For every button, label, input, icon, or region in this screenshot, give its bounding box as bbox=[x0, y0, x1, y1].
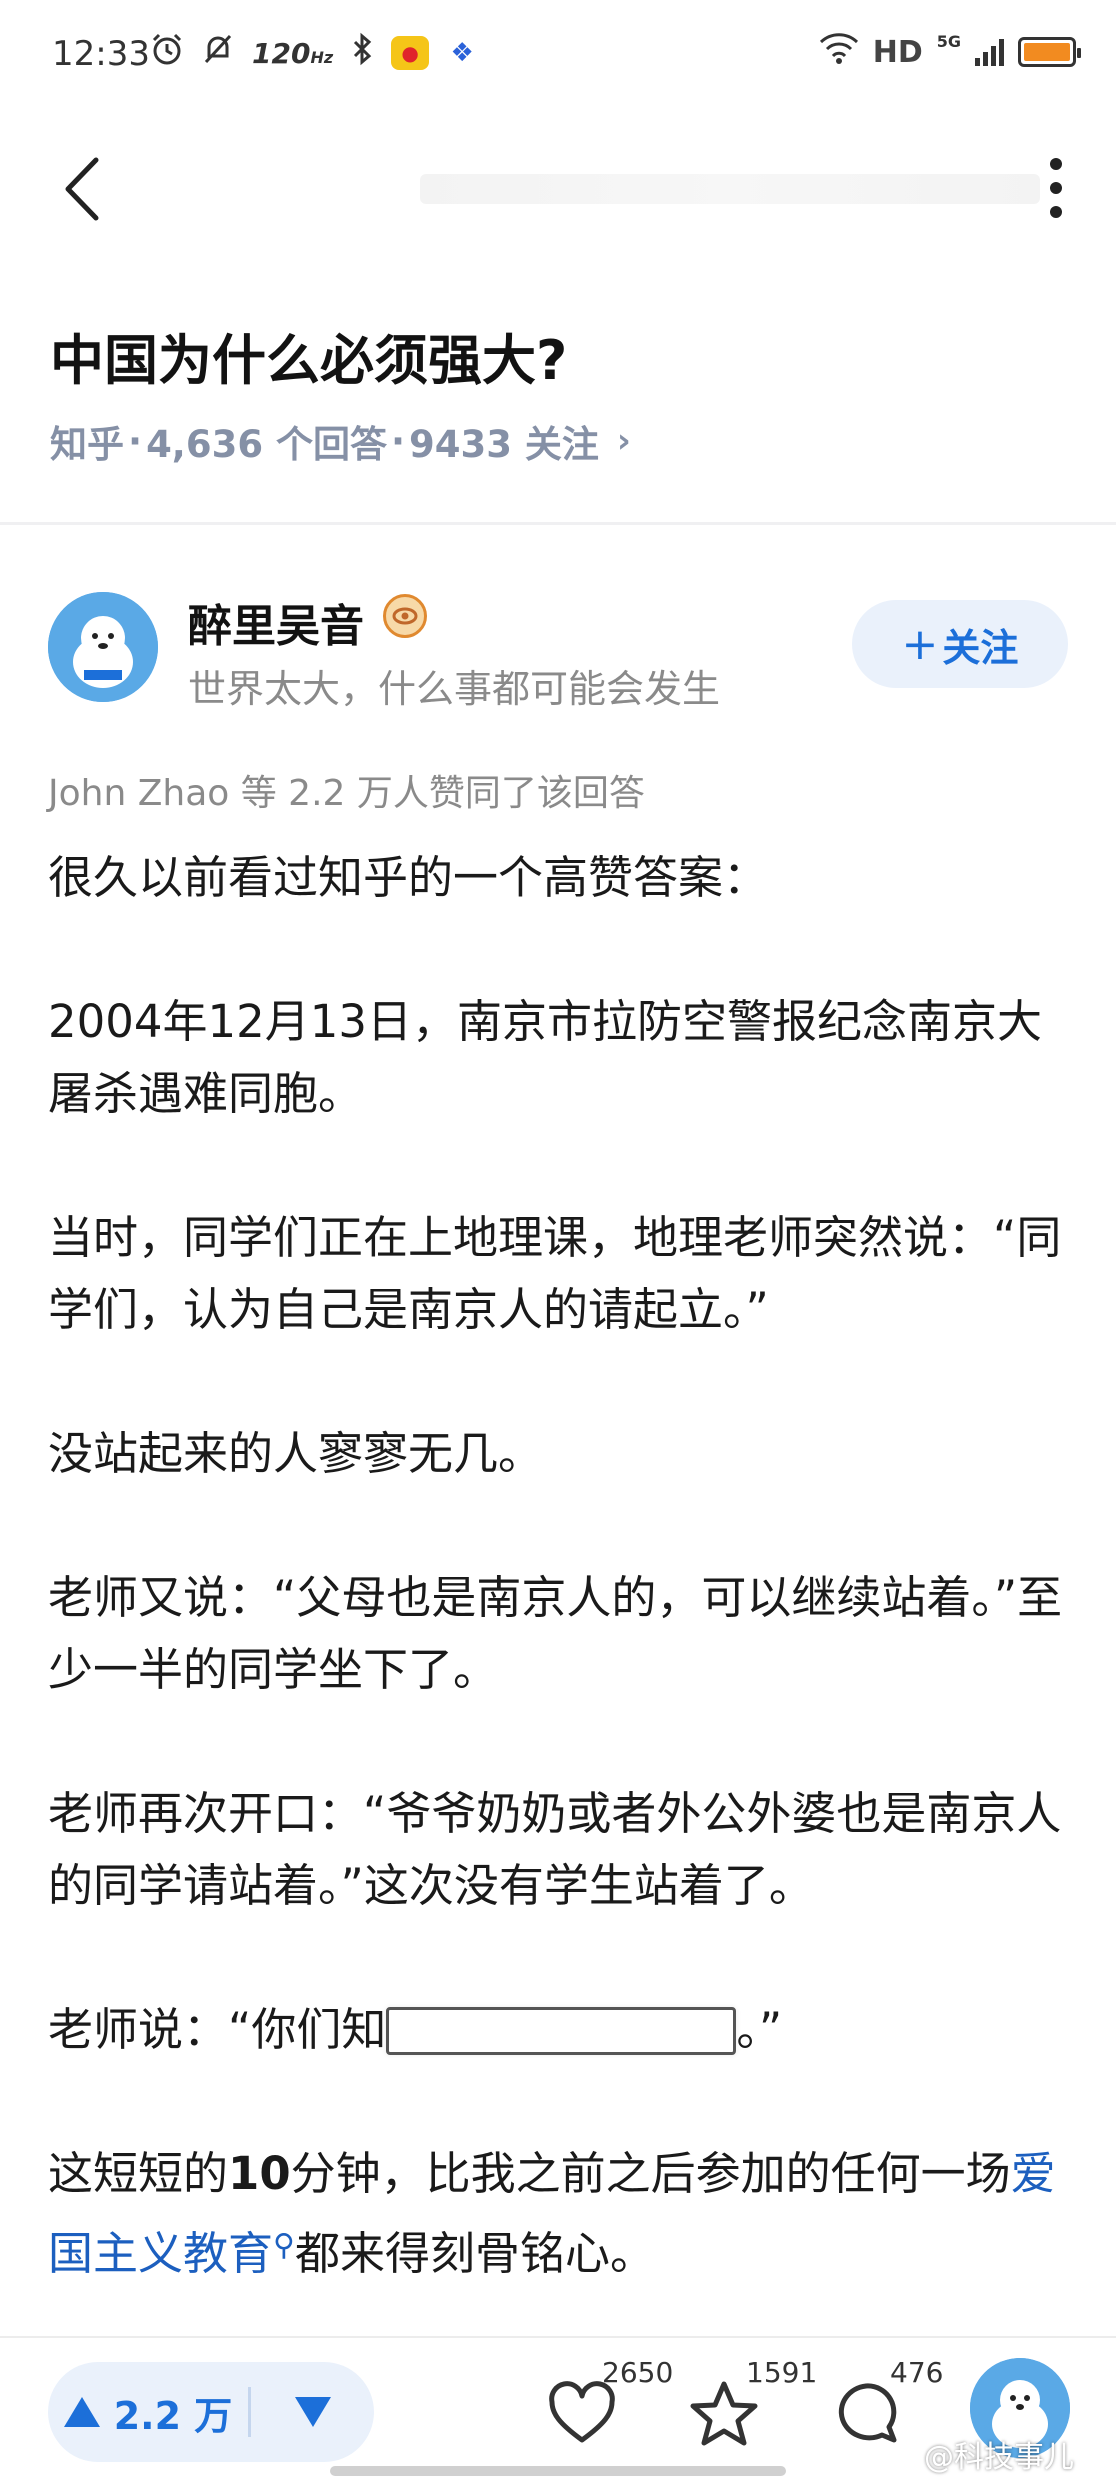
answer-paragraph: 老师又说：“父母也是南京人的，可以继续站着。”至少一半的同学坐下了。 bbox=[48, 1571, 1063, 1696]
weibo-app-icon: ● bbox=[391, 36, 430, 70]
question-title[interactable]: 中国为什么必须强大? bbox=[50, 316, 567, 395]
redaction-box bbox=[386, 2007, 737, 2055]
home-indicator[interactable] bbox=[330, 2466, 786, 2476]
answer-paragraph: 没站起来的人寥寥无几。 bbox=[48, 1427, 544, 1480]
battery-icon bbox=[1018, 37, 1081, 67]
favorite-count: 1591 bbox=[746, 2356, 818, 2389]
mute-bell-icon bbox=[202, 32, 234, 74]
question-source: 知乎 bbox=[50, 423, 124, 466]
signal-type: 5G bbox=[936, 32, 961, 51]
meta-dot: · bbox=[128, 419, 143, 463]
downvote-arrow-icon bbox=[294, 2397, 331, 2427]
answer-paragraph: 当时，同学们正在上地理课，地理老师突然说：“同学们，认为自己是南京人的请起立。” bbox=[48, 1211, 1062, 1336]
refresh-rate: 120Hz bbox=[252, 36, 334, 70]
status-time: 12:33 bbox=[52, 34, 150, 74]
watermark: @科技事儿 bbox=[924, 2440, 1074, 2475]
comment-count: 476 bbox=[890, 2356, 944, 2389]
plus-icon: + bbox=[901, 618, 939, 670]
eye-badge-icon bbox=[383, 594, 427, 638]
follow-button[interactable]: + 关注 bbox=[852, 600, 1068, 688]
answer-paragraph: 2004年12月13日，南京市拉防空警报纪念南京大屠杀遇难同胞。 bbox=[48, 995, 1043, 1120]
like-button[interactable] bbox=[546, 2378, 626, 2458]
divider bbox=[0, 522, 1116, 525]
status-bar: 12:33 120Hz ● ❖ HD 5G bbox=[0, 0, 1116, 110]
baidu-app-icon: ❖ bbox=[450, 38, 474, 68]
answer-paragraph: 这短短的10分钟，比我之前之后参加的任何一场爱国主义教育⚲都来得刻骨铭心。 bbox=[48, 2147, 1056, 2280]
signal-strength-icon bbox=[975, 38, 1004, 66]
answer-count: 4,636 个回答 bbox=[146, 423, 387, 466]
downvote-button[interactable] bbox=[251, 2397, 374, 2427]
favorite-button[interactable] bbox=[688, 2378, 768, 2458]
author-name[interactable]: 醉里吴音 bbox=[188, 590, 364, 654]
meta-dot: · bbox=[390, 419, 406, 463]
answer-body: 很久以前看过知乎的一个高赞答案： 2004年12月13日，南京市拉防空警报纪念南… bbox=[48, 842, 1078, 2290]
upvote-count: 2.2 万 bbox=[113, 2393, 233, 2438]
follower-count: 9433 关注 bbox=[409, 423, 599, 466]
answer-paragraph: 很久以前看过知乎的一个高赞答案： bbox=[48, 851, 769, 904]
upvote-button[interactable]: 2.2 万 bbox=[48, 2362, 248, 2462]
follow-label: 关注 bbox=[942, 625, 1019, 670]
comment-button[interactable] bbox=[830, 2378, 910, 2458]
network-type: HD bbox=[872, 34, 923, 70]
upvote-arrow-icon bbox=[63, 2397, 100, 2427]
vote-pill: 2.2 万 bbox=[48, 2362, 374, 2462]
status-icons-left: 120Hz ● ❖ bbox=[150, 32, 477, 74]
alarm-icon bbox=[150, 32, 184, 74]
author-bio: 世界太大，什么事都可能会发生 bbox=[188, 667, 721, 711]
more-options-icon[interactable] bbox=[1046, 158, 1066, 218]
chevron-right-icon: › bbox=[616, 421, 631, 461]
answer-paragraph: 老师说：“你们知。” bbox=[48, 2003, 783, 2056]
nav-bar bbox=[0, 140, 1116, 240]
nav-title-placeholder bbox=[420, 174, 1040, 204]
bottom-action-bar: 2.2 万 2650 1591 476 @科技事儿 bbox=[0, 2336, 1116, 2480]
author-avatar[interactable] bbox=[48, 592, 158, 702]
like-count: 2650 bbox=[602, 2356, 674, 2389]
bluetooth-icon bbox=[351, 32, 373, 74]
wifi-icon bbox=[819, 32, 859, 72]
question-meta[interactable]: 知乎 · 4,636 个回答 · 9433 关注 › bbox=[50, 414, 631, 468]
status-icons-right: HD 5G bbox=[819, 32, 1081, 72]
answer-paragraph: 老师再次开口：“爷爷奶奶或者外公外婆也是南京人的同学请站着。”这次没有学生站着了… bbox=[48, 1787, 1062, 1912]
search-icon: ⚲ bbox=[273, 2228, 295, 2263]
back-icon[interactable] bbox=[58, 154, 118, 224]
voters-line: John Zhao 等 2.2 万人赞同了该回答 bbox=[48, 773, 645, 814]
